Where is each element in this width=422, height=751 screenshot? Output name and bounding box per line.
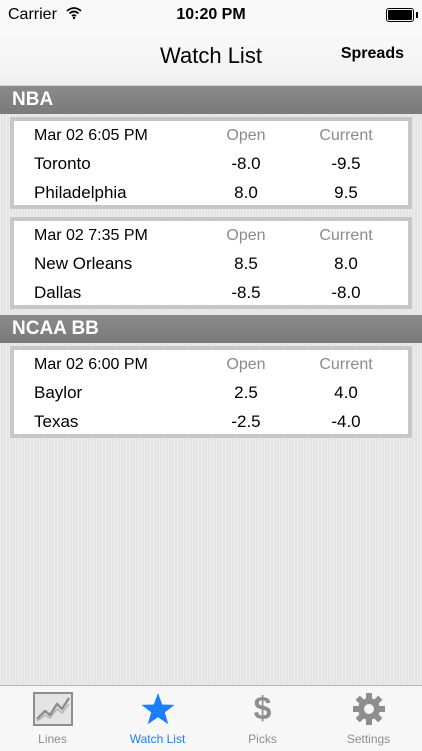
- chart-icon: [32, 692, 73, 731]
- current-spread: -4.0: [331, 412, 361, 431]
- game-header-row: Mar 02 6:00 PM Open Current: [14, 352, 408, 381]
- navigation-bar: Watch List Spreads: [0, 30, 422, 86]
- current-column-header: Current: [319, 227, 373, 244]
- team-row: New Orleans 8.5 8.0: [14, 250, 408, 279]
- tab-label: Settings: [346, 732, 391, 746]
- game-header-row: Mar 02 7:35 PM Open Current: [14, 223, 408, 252]
- team-name: Texas: [34, 412, 79, 431]
- tab-label: Lines: [38, 732, 67, 746]
- game-card[interactable]: Mar 02 6:05 PM Open Current Toronto -8.0…: [10, 117, 412, 209]
- current-spread: -8.0: [331, 283, 361, 302]
- tab-picks[interactable]: $ Picks: [210, 686, 315, 751]
- team-row: Toronto -8.0 -9.5: [14, 150, 408, 179]
- team-name: New Orleans: [34, 254, 133, 273]
- current-spread: -9.5: [331, 154, 361, 173]
- game-date: Mar 02 6:00 PM: [34, 356, 148, 373]
- section-header-nba: NBA: [0, 86, 422, 114]
- open-spread: 8.0: [234, 183, 258, 202]
- current-spread: 4.0: [334, 383, 358, 402]
- game-card[interactable]: Mar 02 7:35 PM Open Current New Orleans …: [10, 217, 412, 309]
- current-column-header: Current: [319, 356, 373, 373]
- dollar-icon: $: [253, 690, 272, 726]
- team-name: Toronto: [34, 154, 91, 173]
- current-spread: 8.0: [334, 254, 358, 273]
- spreads-button[interactable]: Spreads: [341, 45, 404, 63]
- game-card[interactable]: Mar 02 6:00 PM Open Current Baylor 2.5 4…: [10, 346, 412, 438]
- section-header-ncaa-bb: NCAA BB: [0, 315, 422, 343]
- battery-icon: [386, 8, 418, 22]
- team-name: Baylor: [34, 383, 83, 402]
- game-date: Mar 02 6:05 PM: [34, 127, 148, 144]
- tab-settings[interactable]: Settings: [315, 686, 422, 751]
- team-row: Baylor 2.5 4.0: [14, 379, 408, 408]
- open-spread: -8.0: [231, 154, 261, 173]
- current-spread: 9.5: [334, 183, 358, 202]
- team-row: Dallas -8.5 -8.0: [14, 279, 408, 308]
- current-column-header: Current: [319, 127, 373, 144]
- open-column-header: Open: [226, 227, 266, 244]
- team-name: Dallas: [34, 283, 82, 302]
- open-column-header: Open: [226, 127, 266, 144]
- status-bar: Carrier 10:20 PM: [0, 0, 422, 30]
- gear-icon: [352, 692, 386, 731]
- tab-bar: Lines Watch List $ Picks Settings: [0, 685, 422, 751]
- open-column-header: Open: [226, 356, 266, 373]
- open-spread: -2.5: [231, 412, 261, 431]
- game-date: Mar 02 7:35 PM: [34, 227, 148, 244]
- open-spread: -8.5: [231, 283, 261, 302]
- star-icon: [140, 692, 176, 731]
- game-header-row: Mar 02 6:05 PM Open Current: [14, 123, 408, 152]
- status-time: 10:20 PM: [176, 6, 246, 23]
- team-name: Philadelphia: [34, 183, 127, 202]
- open-spread: 2.5: [234, 383, 258, 402]
- tab-lines[interactable]: Lines: [0, 686, 105, 751]
- open-spread: 8.5: [234, 254, 258, 273]
- team-row: Texas -2.5 -4.0: [14, 408, 408, 437]
- tab-watch-list[interactable]: Watch List: [105, 686, 210, 751]
- team-row: Philadelphia 8.0 9.5: [14, 179, 408, 208]
- tab-label: Picks: [248, 732, 277, 746]
- tab-label: Watch List: [129, 732, 186, 746]
